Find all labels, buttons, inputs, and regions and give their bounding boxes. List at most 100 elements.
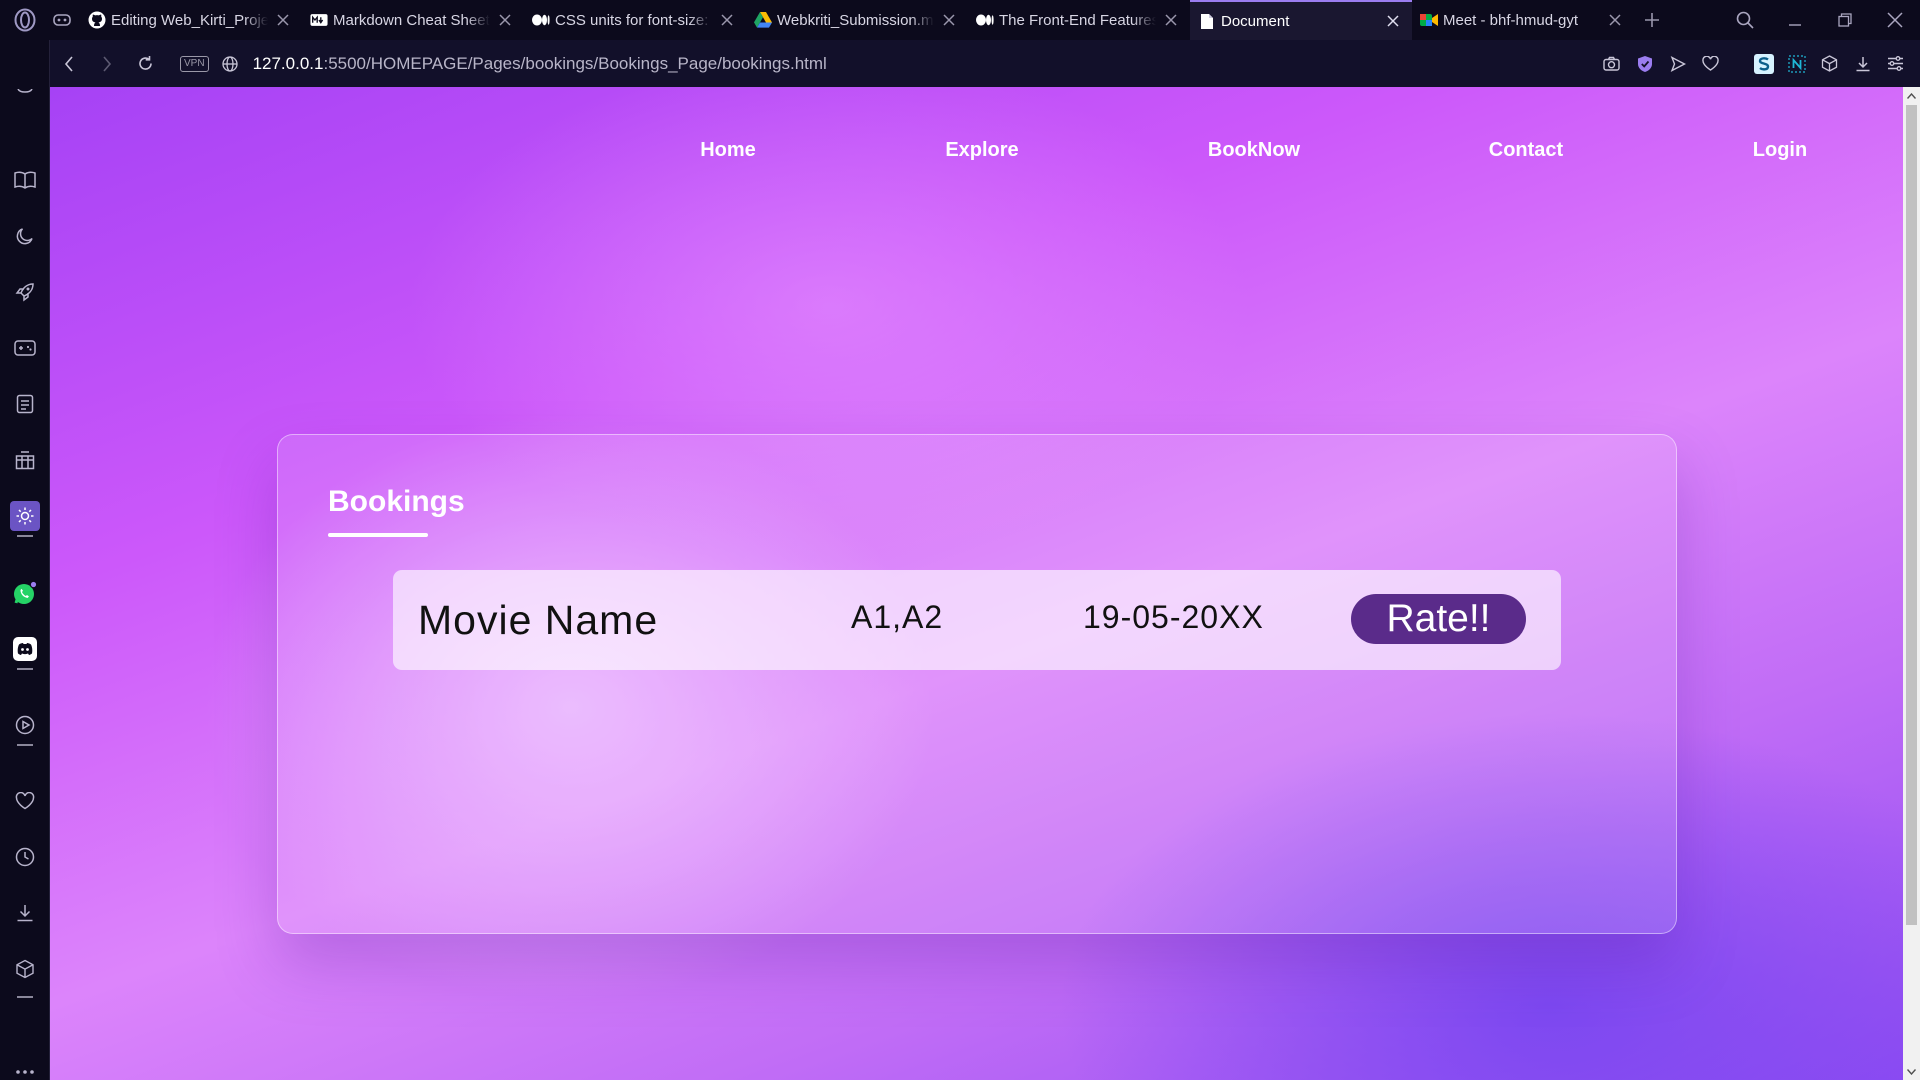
medium-icon: [976, 11, 994, 29]
sidebar-separator: [17, 996, 33, 998]
close-tab-icon[interactable]: [496, 11, 514, 29]
scroll-up-arrow-icon[interactable]: [1903, 87, 1920, 104]
heading-underline: [328, 533, 428, 537]
nav-link-booknow[interactable]: BookNow: [1208, 139, 1300, 162]
download-icon: [16, 904, 34, 922]
url-host: 127.0.0.1: [252, 53, 324, 73]
nav-link-contact[interactable]: Contact: [1489, 139, 1563, 162]
browser-tab-bar: Editing Web_Kirti_Proje Markdown Cheat S…: [0, 0, 1920, 40]
extension-s-icon[interactable]: [1747, 44, 1780, 84]
notes-icon: [16, 394, 34, 414]
sun-icon: [10, 501, 40, 531]
sidebar-item-reading-list[interactable]: [0, 160, 50, 200]
sidebar-more-icon[interactable]: [0, 1052, 50, 1080]
close-tab-icon[interactable]: [940, 11, 958, 29]
close-tab-icon[interactable]: [274, 11, 292, 29]
site-info-globe-icon[interactable]: [215, 44, 245, 84]
tab-menu-icon[interactable]: [50, 0, 74, 40]
extension-n-icon[interactable]: [1780, 44, 1813, 84]
site-navbar: Home Explore BookNow Contact Login: [50, 139, 1903, 169]
page-scrollbar[interactable]: [1903, 87, 1920, 1080]
send-flow-icon[interactable]: [1661, 44, 1694, 84]
browser-sidebar: [0, 40, 50, 1080]
easy-setup-menu-icon[interactable]: [1879, 44, 1912, 84]
sidebar-partial-item-icon[interactable]: [0, 84, 50, 104]
tab-title: Document: [1221, 12, 1290, 30]
close-window-icon[interactable]: [1870, 0, 1920, 40]
nav-link-home[interactable]: Home: [700, 139, 756, 162]
close-tab-icon[interactable]: [1606, 11, 1624, 29]
minimize-window-icon[interactable]: [1770, 0, 1820, 40]
google-meet-icon: [1420, 11, 1438, 29]
url-path: :5500/HOMEPAGE/Pages/bookings/Bookings_P…: [323, 53, 827, 73]
booking-date: 19-05-20XX: [1083, 599, 1264, 635]
snapshot-camera-icon[interactable]: [1595, 44, 1628, 84]
tab-markdown-cheat-sheet[interactable]: Markdown Cheat Sheet: [302, 0, 524, 40]
tab-search-icon[interactable]: [1720, 0, 1770, 40]
medium-icon: [532, 11, 550, 29]
close-tab-icon[interactable]: [1162, 11, 1180, 29]
sidebar-separator: [17, 535, 33, 537]
toolbar-divider: [1727, 44, 1747, 84]
reload-icon[interactable]: [126, 44, 164, 84]
book-icon: [14, 171, 36, 189]
sidebar-item-gx-games[interactable]: [0, 328, 50, 368]
nav-link-login[interactable]: Login: [1753, 139, 1807, 162]
tab-document[interactable]: Document: [1190, 0, 1412, 40]
downloads-icon[interactable]: [1846, 44, 1879, 84]
document-icon: [1198, 12, 1216, 30]
sidebar-item-dark-mode[interactable]: [0, 216, 50, 256]
tab-title: CSS units for font-size:: [555, 11, 709, 29]
sidebar-item-speed[interactable]: [0, 272, 50, 312]
sidebar-item-player[interactable]: [0, 705, 50, 745]
heart-icon: [15, 792, 35, 810]
address-bar: VPN 127.0.0.1:5500/HOMEPAGE/Pages/bookin…: [50, 40, 1920, 87]
google-drive-icon: [754, 11, 772, 29]
extensions-cube-icon[interactable]: [1813, 44, 1846, 84]
page-viewport: Home Explore BookNow Contact Login Booki…: [50, 87, 1903, 1080]
url-field[interactable]: 127.0.0.1:5500/HOMEPAGE/Pages/bookings/B…: [253, 54, 827, 74]
gamepad-icon: [14, 339, 36, 357]
sidebar-item-notes[interactable]: [0, 384, 50, 424]
tab-title: Meet - bhf-hmud-gyt: [1443, 11, 1579, 29]
adblock-shield-icon[interactable]: [1628, 44, 1661, 84]
sidebar-item-pinboards[interactable]: [0, 440, 50, 480]
sidebar-separator: [17, 668, 33, 670]
sidebar-item-theme[interactable]: [0, 496, 50, 536]
sidebar-item-whatsapp[interactable]: [0, 573, 50, 613]
sidebar-item-history[interactable]: [0, 837, 50, 877]
sidebar-item-extensions[interactable]: [0, 949, 50, 989]
bookmark-heart-icon[interactable]: [1694, 44, 1727, 84]
close-tab-icon[interactable]: [1384, 12, 1402, 30]
back-icon[interactable]: [50, 44, 88, 84]
booking-row: Movie Name A1,A2 19-05-20XX Rate!!: [393, 570, 1561, 670]
rate-button[interactable]: Rate!!: [1351, 594, 1526, 644]
sidebar-separator: [17, 744, 33, 746]
github-icon: [88, 11, 106, 29]
tab-front-end-features[interactable]: The Front-End Features: [968, 0, 1190, 40]
opera-logo-icon[interactable]: [0, 0, 50, 40]
tab-css-units[interactable]: CSS units for font-size:: [524, 0, 746, 40]
tab-title: The Front-End Features: [999, 11, 1156, 29]
booking-seats: A1,A2: [851, 599, 944, 635]
tab-google-meet[interactable]: Meet - bhf-hmud-gyt: [1412, 0, 1634, 40]
new-tab-icon[interactable]: [1634, 0, 1670, 40]
scroll-down-arrow-icon[interactable]: [1903, 1063, 1920, 1080]
tab-webkriti-submission[interactable]: Webkriti_Submission.m: [746, 0, 968, 40]
tab-editing-web-kirti[interactable]: Editing Web_Kirti_Proje: [80, 0, 302, 40]
scrollbar-thumb[interactable]: [1906, 105, 1917, 925]
tab-title: Editing Web_Kirti_Proje: [111, 11, 268, 29]
nav-link-explore[interactable]: Explore: [945, 139, 1018, 162]
sidebar-item-downloads[interactable]: [0, 893, 50, 933]
cube-icon: [15, 959, 35, 979]
moon-icon: [15, 226, 35, 246]
forward-icon[interactable]: [88, 44, 126, 84]
close-tab-icon[interactable]: [718, 11, 736, 29]
markdown-icon: [310, 11, 328, 29]
tab-title: Webkriti_Submission.m: [777, 11, 934, 29]
restore-window-icon[interactable]: [1820, 0, 1870, 40]
sidebar-item-bookmarks[interactable]: [0, 781, 50, 821]
discord-icon: [13, 637, 37, 661]
vpn-badge[interactable]: VPN: [180, 55, 209, 72]
sidebar-item-discord[interactable]: [0, 629, 50, 669]
